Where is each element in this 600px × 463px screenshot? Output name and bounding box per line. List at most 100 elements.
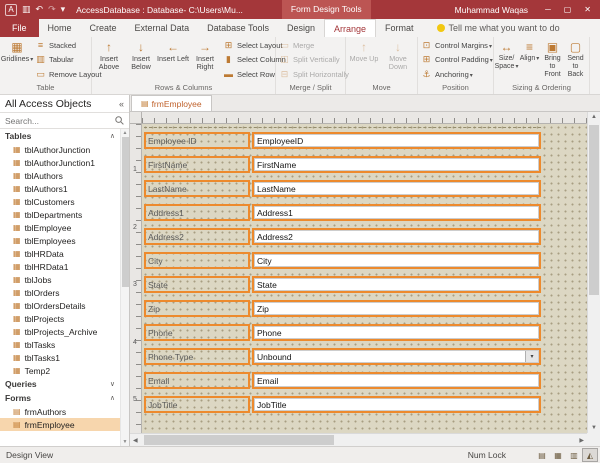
- scroll-down-icon[interactable]: ▼: [123, 439, 128, 445]
- nav-item-table[interactable]: ▦ tblAuthorJunction1: [0, 156, 120, 169]
- split-vertically-button[interactable]: ◫ Split Vertically▾: [277, 53, 351, 68]
- vertical-scrollbar-thumb[interactable]: [589, 125, 599, 295]
- field-label[interactable]: Address1: [144, 204, 250, 221]
- control-padding-button[interactable]: ⊞ Control Padding▾: [419, 53, 495, 68]
- search-input[interactable]: [5, 116, 112, 126]
- minimize-button[interactable]: ─: [541, 5, 555, 14]
- form-field-row[interactable]: LastName LastName ▾: [144, 180, 541, 197]
- field-textbox[interactable]: City ▾: [252, 252, 541, 269]
- nav-item-table[interactable]: ▦ tblEmployees: [0, 234, 120, 247]
- field-textbox[interactable]: FirstName ▾: [252, 156, 541, 173]
- ribbon-tab[interactable]: Arrange: [324, 19, 376, 37]
- nav-item-table[interactable]: ▦ tblAuthors1: [0, 182, 120, 195]
- scroll-down-icon[interactable]: ▼: [591, 425, 597, 431]
- nav-section-queries[interactable]: Queries ∨: [0, 377, 120, 391]
- field-label[interactable]: Address2: [144, 228, 250, 245]
- layout-view-button[interactable]: ▥: [566, 448, 582, 462]
- form-field-row[interactable]: Employee ID EmployeeID ▾: [144, 132, 541, 149]
- nav-item-table[interactable]: ▦ tblProjects: [0, 312, 120, 325]
- field-textbox[interactable]: Zip ▾: [252, 300, 541, 317]
- field-label[interactable]: JobTitle: [144, 396, 250, 413]
- field-textbox[interactable]: EmployeeID ▾: [252, 132, 541, 149]
- scroll-left-icon[interactable]: ◀: [133, 437, 138, 444]
- design-view-button[interactable]: ◭: [582, 448, 598, 462]
- nav-item-table[interactable]: ▦ tblTasks1: [0, 351, 120, 364]
- field-label[interactable]: State: [144, 276, 250, 293]
- nav-section-tables[interactable]: Tables ∧: [0, 129, 120, 143]
- nav-scrollbar[interactable]: ▲ ▼: [120, 129, 129, 446]
- field-label[interactable]: City: [144, 252, 250, 269]
- shutter-bar-collapse-icon[interactable]: «: [119, 99, 124, 109]
- horizontal-scrollbar[interactable]: ◀ ▶: [130, 433, 587, 446]
- field-textbox[interactable]: Unbound ▾: [252, 348, 541, 365]
- ribbon-tab[interactable]: External Data: [126, 19, 199, 37]
- datasheet-view-button[interactable]: ▦: [550, 448, 566, 462]
- nav-item-form[interactable]: ▤ frmAuthors: [0, 405, 120, 418]
- vertical-scrollbar[interactable]: ▲ ▼: [587, 112, 600, 433]
- field-textbox[interactable]: LastName ▾: [252, 180, 541, 197]
- nav-item-table[interactable]: ▦ Temp2: [0, 364, 120, 377]
- anchoring-button[interactable]: ⚓ Anchoring▾: [419, 67, 495, 82]
- move-up-button[interactable]: ↑ Move Up▾: [347, 38, 381, 82]
- combo-dropdown-icon[interactable]: ▾: [525, 351, 538, 362]
- form-design-canvas[interactable]: Employee ID EmployeeID ▾ FirstName First…: [142, 124, 587, 433]
- nav-item-table[interactable]: ▦ tblJobs: [0, 273, 120, 286]
- field-textbox[interactable]: State ▾: [252, 276, 541, 293]
- tell-me-box[interactable]: Tell me what you want to do: [437, 19, 560, 37]
- document-tab-frmEmployee[interactable]: ▤ frmEmployee: [131, 95, 212, 111]
- form-view-button[interactable]: ▤: [534, 448, 550, 462]
- gridlines-button[interactable]: ▦ Gridlines▾: [1, 38, 33, 82]
- insert-above-button[interactable]: ↑ Insert Above▾: [93, 38, 125, 82]
- form-field-row[interactable]: Address1 Address1 ▾: [144, 204, 541, 221]
- size-space-button[interactable]: ↔ Size/ Space▾: [495, 38, 518, 82]
- ribbon-tab[interactable]: Create: [81, 19, 126, 37]
- field-textbox[interactable]: Address1 ▾: [252, 204, 541, 221]
- control-margins-button[interactable]: ⊡ Control Margins▾: [419, 38, 495, 53]
- form-field-row[interactable]: Address2 Address2 ▾: [144, 228, 541, 245]
- navigation-pane-header[interactable]: All Access Objects «: [0, 95, 129, 113]
- chevron-down-icon[interactable]: ∨: [110, 380, 115, 388]
- move-down-button[interactable]: ↓ Move Down▾: [381, 38, 415, 82]
- send-to-back-button[interactable]: ▢ Send to Back▾: [564, 38, 587, 82]
- chevron-up-icon[interactable]: ∧: [110, 132, 115, 140]
- nav-item-table[interactable]: ▦ tblHRData1: [0, 260, 120, 273]
- scroll-up-icon[interactable]: ▲: [591, 114, 597, 120]
- merge-button[interactable]: ▭ Merge▾: [277, 38, 351, 53]
- ribbon-tab[interactable]: File: [0, 19, 39, 37]
- form-field-row[interactable]: JobTitle JobTitle ▾: [144, 396, 541, 413]
- ribbon-tab[interactable]: Design: [278, 19, 324, 37]
- field-label[interactable]: Phone: [144, 324, 250, 341]
- form-field-row[interactable]: City City ▾: [144, 252, 541, 269]
- horizontal-scrollbar-thumb[interactable]: [144, 435, 334, 445]
- redo-icon[interactable]: ↷: [48, 4, 56, 15]
- field-textbox[interactable]: Email ▾: [252, 372, 541, 389]
- nav-item-table[interactable]: ▦ tblCustomers: [0, 195, 120, 208]
- field-label[interactable]: Phone Type: [144, 348, 250, 365]
- nav-item-table[interactable]: ▦ tblEmployee: [0, 221, 120, 234]
- scroll-right-icon[interactable]: ▶: [579, 437, 584, 444]
- nav-item-table[interactable]: ▦ tblOrdersDetails: [0, 299, 120, 312]
- form-field-row[interactable]: State State ▾: [144, 276, 541, 293]
- form-field-row[interactable]: FirstName FirstName ▾: [144, 156, 541, 173]
- save-icon[interactable]: ▥: [22, 4, 31, 15]
- nav-item-table[interactable]: ▦ tblAuthors: [0, 169, 120, 182]
- nav-item-table[interactable]: ▦ tblOrders: [0, 286, 120, 299]
- nav-item-table[interactable]: ▦ tblAuthorJunction: [0, 143, 120, 156]
- ribbon-tab[interactable]: Database Tools: [198, 19, 278, 37]
- split-horizontally-button[interactable]: ⊟ Split Horizontally▾: [277, 67, 351, 82]
- undo-icon[interactable]: ↶: [36, 4, 44, 15]
- insert-left-button[interactable]: ← Insert Left▾: [157, 38, 189, 82]
- nav-item-table[interactable]: ▦ tblProjects_Archive: [0, 325, 120, 338]
- nav-scrollbar-thumb[interactable]: [122, 137, 129, 287]
- form-field-row[interactable]: Email Email ▾: [144, 372, 541, 389]
- bring-to-front-button[interactable]: ▣ Bring to Front▾: [541, 38, 564, 82]
- chevron-up-icon[interactable]: ∧: [110, 394, 115, 402]
- nav-item-table[interactable]: ▦ tblHRData: [0, 247, 120, 260]
- ribbon-tab[interactable]: Format: [376, 19, 423, 37]
- scroll-up-icon[interactable]: ▲: [123, 130, 128, 136]
- insert-right-button[interactable]: → Insert Right▾: [189, 38, 221, 82]
- field-textbox[interactable]: Phone ▾: [252, 324, 541, 341]
- maximize-button[interactable]: ▢: [560, 5, 576, 14]
- form-field-row[interactable]: Phone Type Unbound ▾: [144, 348, 541, 365]
- nav-section-forms[interactable]: Forms ∧: [0, 391, 120, 405]
